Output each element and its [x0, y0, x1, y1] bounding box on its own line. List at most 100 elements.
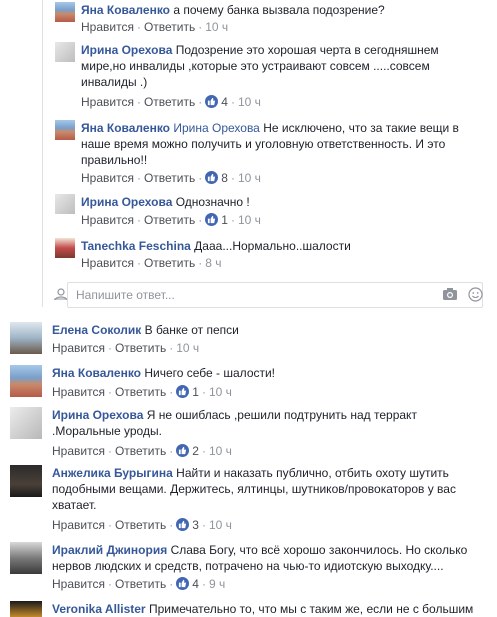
like-link[interactable]: Нравится [81, 95, 134, 109]
avatar[interactable] [10, 542, 42, 574]
comment-item: Veronika Allister Примечательно то, что … [10, 601, 490, 617]
avatar[interactable] [10, 322, 42, 354]
reply-item: Tanechka Feschina Дааа...Нормально..шало… [55, 238, 485, 272]
reply-item: Яна Коваленко а почему банка вызвала под… [55, 2, 485, 36]
comment-actions: Нравится · Ответить · 4 · 9 ч [52, 577, 226, 591]
comment-actions: Нравится · Ответить · 1 · 10 ч [52, 385, 232, 399]
avatar[interactable] [10, 465, 42, 497]
comment-actions: Нравится · Ответить · 10 ч [52, 341, 200, 355]
like-icon[interactable] [205, 171, 219, 184]
reply-link[interactable]: Ответить [144, 171, 195, 185]
reply-thread: Яна Коваленко а почему банка вызвала под… [42, 0, 497, 308]
avatar[interactable] [10, 365, 42, 397]
like-count[interactable]: 3 [192, 518, 199, 532]
like-link[interactable]: Нравится [52, 518, 105, 532]
avatar[interactable] [55, 238, 75, 258]
comment-actions: Нравится · Ответить · 8 · 10 ч [81, 171, 261, 185]
avatar [53, 287, 68, 301]
camera-icon[interactable] [442, 287, 458, 304]
comment-text: Однозначно ! [175, 195, 250, 209]
comment-author[interactable]: Veronika Allister [52, 602, 146, 616]
like-count[interactable]: 1 [192, 385, 199, 399]
avatar[interactable] [55, 2, 75, 22]
comment-author[interactable]: Ирина Орехова [81, 43, 172, 57]
comment-author[interactable]: Анжелика Бурыгина [52, 466, 173, 480]
comment-item: Яна Коваленко Ничего себе - шалости! Нра… [10, 365, 490, 403]
avatar[interactable] [55, 194, 75, 214]
reply-link[interactable]: Ответить [144, 213, 195, 227]
timestamp[interactable]: 10 ч [238, 213, 261, 227]
timestamp[interactable]: 10 ч [209, 518, 232, 532]
like-link[interactable]: Нравится [81, 171, 134, 185]
reply-link[interactable]: Ответить [115, 518, 166, 532]
comment-author[interactable]: Яна Коваленко [81, 3, 170, 17]
comment-item: Ираклий Джинория Слава Богу, что всё хор… [10, 542, 490, 594]
comment-actions: Нравится · Ответить · 8 ч [81, 256, 222, 270]
like-count[interactable]: 4 [221, 95, 228, 109]
comment-author[interactable]: Ирина Орехова [81, 195, 172, 209]
like-count[interactable]: 1 [221, 213, 228, 227]
timestamp[interactable]: 10 ч [176, 341, 199, 355]
comment-text: Примечательно то, что мы с таким же, есл… [148, 602, 474, 616]
reply-item: Ирина Орехова Однозначно ! Нравится · Отве… [55, 194, 485, 228]
comment-author[interactable]: Tanechka Feschina [81, 239, 191, 253]
reply-link[interactable]: Ответить [115, 341, 166, 355]
comment-item: Анжелика Бурыгина Найти и наказать публи… [10, 465, 490, 535]
comment-actions: Нравится · Ответить · 1 · 10 ч [81, 213, 261, 227]
like-icon[interactable] [205, 95, 219, 108]
reply-link[interactable]: Ответить [115, 577, 166, 591]
emoji-icon[interactable] [468, 287, 483, 305]
timestamp[interactable]: 10 ч [205, 20, 228, 34]
like-link[interactable]: Нравится [52, 444, 105, 458]
timestamp[interactable]: 10 ч [238, 95, 261, 109]
like-count[interactable]: 8 [221, 171, 228, 185]
reply-link[interactable]: Ответить [115, 385, 166, 399]
comment-item: Ирина Орехова Я не ошиблась ,решили подт… [10, 407, 490, 459]
timestamp[interactable]: 9 ч [209, 577, 225, 591]
like-link[interactable]: Нравится [81, 213, 134, 227]
reply-item: Ирина Орехова Подозрение это хорошая чер… [55, 42, 485, 112]
mention-link[interactable]: Ирина Орехова [173, 121, 260, 135]
like-link[interactable]: Нравится [52, 341, 105, 355]
comment-text: Дааа...Нормально..шалости [194, 239, 351, 253]
like-link[interactable]: Нравится [52, 385, 105, 399]
reply-link[interactable]: Ответить [115, 444, 166, 458]
like-icon[interactable] [205, 213, 219, 226]
avatar[interactable] [55, 42, 75, 62]
reply-link[interactable]: Ответить [144, 20, 195, 34]
like-link[interactable]: Нравится [81, 20, 134, 34]
comment-actions: Нравится · Ответить · 10 ч [81, 20, 229, 34]
like-count[interactable]: 4 [192, 577, 199, 591]
timestamp[interactable]: 10 ч [209, 385, 232, 399]
comment-item: Елена Соколик В банке от пепси Нравится ·… [10, 322, 490, 360]
comment-text: В банке от пепси [144, 323, 239, 337]
reply-item: Яна Коваленко Ирина Орехова Не исключено… [55, 120, 485, 188]
comment-author[interactable]: Ираклий Джинория [52, 543, 167, 557]
timestamp[interactable]: 8 ч [205, 256, 221, 270]
like-icon[interactable] [176, 444, 190, 457]
comment-author[interactable]: Яна Коваленко [52, 366, 141, 380]
avatar[interactable] [55, 120, 75, 140]
like-icon[interactable] [176, 518, 190, 531]
reply-link[interactable]: Ответить [144, 95, 195, 109]
avatar[interactable] [10, 407, 42, 439]
comment-actions: Нравится · Ответить · 4 · 10 ч [81, 95, 261, 109]
comment-text: а почему банка вызвала подозрение? [173, 3, 385, 17]
reply-input-box[interactable] [67, 282, 483, 308]
comment-text: Ничего себе - шалости! [144, 366, 276, 380]
like-icon[interactable] [176, 385, 190, 398]
like-count[interactable]: 2 [192, 444, 199, 458]
reply-input[interactable] [76, 286, 396, 303]
like-icon[interactable] [176, 577, 190, 590]
timestamp[interactable]: 10 ч [209, 444, 232, 458]
like-link[interactable]: Нравится [52, 577, 105, 591]
reply-link[interactable]: Ответить [144, 256, 195, 270]
timestamp[interactable]: 10 ч [238, 171, 261, 185]
comment-actions: Нравится · Ответить · 2 · 10 ч [52, 444, 232, 458]
comment-author[interactable]: Яна Коваленко [81, 121, 170, 135]
comment-author[interactable]: Ирина Орехова [52, 408, 143, 422]
comment-actions: Нравится · Ответить · 3 · 10 ч [52, 518, 232, 532]
like-link[interactable]: Нравится [81, 256, 134, 270]
avatar[interactable] [10, 601, 42, 617]
comment-author[interactable]: Елена Соколик [52, 323, 141, 337]
